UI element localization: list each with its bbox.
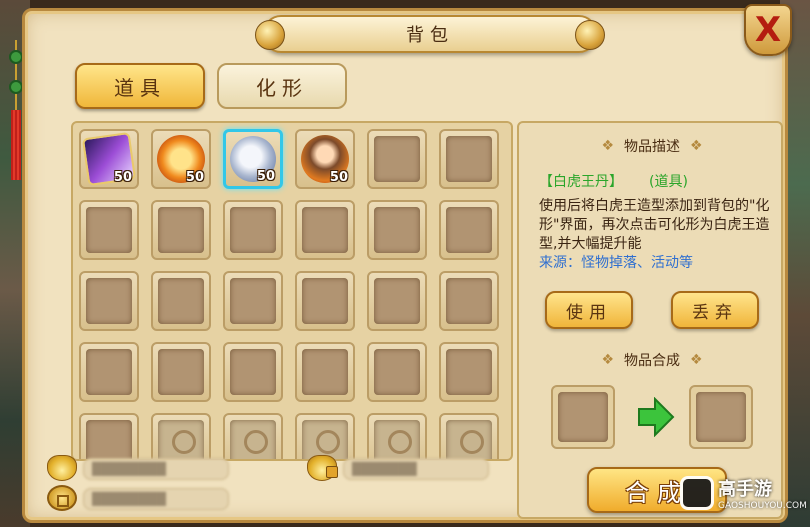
title-bar: 背包 [255, 15, 605, 53]
lock-icon [374, 420, 420, 459]
empty-slot [374, 278, 420, 324]
item-quantity: 50 [185, 170, 204, 185]
inventory-slot[interactable] [367, 271, 427, 331]
gold-knob-icon [575, 20, 605, 50]
inventory-slot[interactable] [151, 200, 211, 260]
gold-row: ████████ [47, 455, 231, 481]
inventory-slot[interactable] [223, 342, 283, 402]
empty-slot [446, 278, 492, 324]
empty-slot [446, 349, 492, 395]
inventory-slot[interactable] [79, 271, 139, 331]
item-description: 使用后将白虎王造型添加到背包的"化形"界面，再次点击可化形为白虎王造型,并大幅提… [539, 198, 770, 252]
locked-ingot-icon [307, 455, 338, 481]
use-button[interactable]: 使用 [545, 291, 633, 329]
empty-slot [374, 136, 420, 182]
tab-transform[interactable]: 化形 [217, 63, 347, 109]
empty-slot [158, 207, 204, 253]
ornament-icon: ❖ [690, 138, 703, 154]
item-quantity: 50 [113, 170, 132, 185]
inventory-slot[interactable] [223, 271, 283, 331]
locked-slot[interactable] [151, 413, 211, 459]
locked-slot[interactable] [439, 413, 499, 459]
watermark: 高手游 GAOSHOUYOU.COM [680, 466, 808, 520]
synth-source-slot[interactable] [551, 385, 615, 449]
empty-slot [86, 349, 132, 395]
gold-value: ████████ [83, 458, 229, 480]
empty-slot [302, 278, 348, 324]
locked-slot[interactable] [223, 413, 283, 459]
discard-button[interactable]: 丢弃 [671, 291, 759, 329]
inventory-slot[interactable] [295, 342, 355, 402]
desc-header: ❖ 物品描述 ❖ [601, 138, 703, 155]
inventory-slot[interactable] [367, 129, 427, 189]
inventory-slot[interactable] [439, 271, 499, 331]
empty-slot [158, 278, 204, 324]
ornament-icon: ❖ [601, 352, 614, 368]
item-source: 来源：怪物掉落、活动等 [539, 255, 693, 271]
empty-slot [302, 207, 348, 253]
item-quantity: 50 [329, 170, 348, 185]
empty-slot [374, 207, 420, 253]
inventory-slot[interactable] [79, 342, 139, 402]
empty-slot [86, 278, 132, 324]
close-button[interactable]: X [744, 4, 792, 56]
empty-slot [230, 349, 276, 395]
inventory-slot[interactable] [151, 271, 211, 331]
inventory-slot[interactable]: 50 [151, 129, 211, 189]
gaoshouyou-logo-icon [680, 476, 714, 510]
empty-slot [86, 207, 132, 253]
inventory-slot[interactable] [79, 200, 139, 260]
tab-items[interactable]: 道具 [75, 63, 205, 109]
empty-slot [374, 349, 420, 395]
item-quantity: 50 [256, 169, 275, 184]
coin-value: ████████ [83, 488, 229, 510]
locked-slot[interactable] [295, 413, 355, 459]
arrow-right-icon [638, 397, 675, 437]
empty-slot [158, 349, 204, 395]
inventory-slot[interactable] [367, 342, 427, 402]
empty-slot [230, 207, 276, 253]
inventory-slot[interactable] [439, 342, 499, 402]
inventory-slot[interactable]: 50 [79, 129, 139, 189]
lock-icon [230, 420, 276, 459]
backpack-panel: 背包 道具 化形 50 50 50 50 ████████ ███████ █████… [22, 8, 788, 523]
gold-ingot-icon [47, 455, 77, 481]
inventory-slot[interactable] [367, 200, 427, 260]
empty-slot [86, 420, 132, 459]
copper-coin-icon [47, 485, 77, 511]
ornament-icon: ❖ [601, 138, 614, 154]
inventory-slot[interactable] [79, 413, 139, 459]
synth-header: ❖ 物品合成 ❖ [601, 352, 703, 369]
inventory-slot[interactable] [295, 200, 355, 260]
empty-slot [302, 349, 348, 395]
page-title: 背包 [406, 25, 454, 46]
empty-slot [230, 278, 276, 324]
inventory-slot[interactable]: 50 [223, 129, 283, 189]
ornament-icon: ❖ [690, 352, 703, 368]
inventory-slot[interactable]: 50 [295, 129, 355, 189]
synth-result-slot[interactable] [689, 385, 753, 449]
coin-row: ████████ [47, 485, 231, 511]
empty-slot [446, 207, 492, 253]
bound-gold-value: ███████ [343, 458, 489, 480]
inventory-slot[interactable] [223, 200, 283, 260]
lock-icon [158, 420, 204, 459]
lock-icon [446, 420, 492, 459]
inventory-slot[interactable] [439, 200, 499, 260]
inventory-slot[interactable] [295, 271, 355, 331]
inventory-slot[interactable] [439, 129, 499, 189]
empty-slot [446, 136, 492, 182]
bound-gold-row: ███████ [307, 455, 491, 481]
item-type: (道具) [649, 174, 688, 190]
item-name: 【白虎王丹】 [539, 174, 623, 190]
item-detail-panel: ❖ 物品描述 ❖ 【白虎王丹】 (道具) 使用后将白虎王造型添加到背包的"化形"… [517, 121, 783, 519]
inventory-slot[interactable] [151, 342, 211, 402]
inventory-grid: 50 50 50 50 [71, 121, 513, 461]
locked-slot[interactable] [367, 413, 427, 459]
gold-knob-icon [255, 20, 285, 50]
